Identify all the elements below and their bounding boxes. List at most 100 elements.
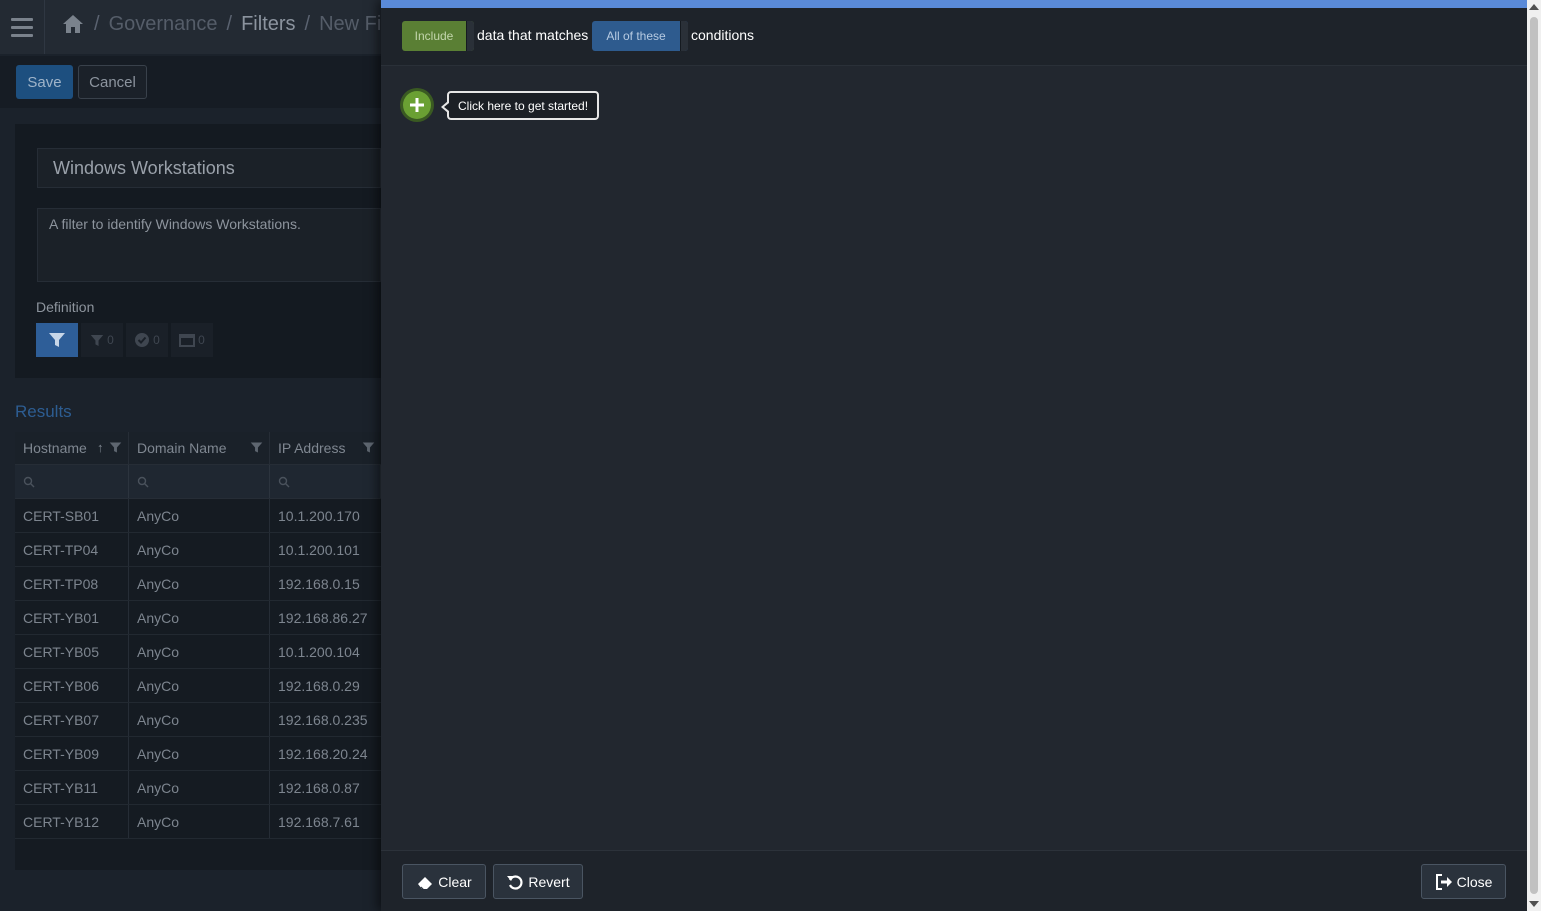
ip-cell: 192.168.7.61 (278, 813, 360, 830)
save-button[interactable]: Save (16, 65, 73, 99)
search-icon (137, 476, 149, 487)
hostname-cell: CERT-YB11 (15, 771, 129, 804)
hostname-cell: CERT-YB07 (15, 703, 129, 736)
check-count-tab[interactable]: 0 (126, 323, 168, 357)
ip-cell: 192.168.20.24 (278, 745, 368, 762)
table-row[interactable]: CERT-YB11 AnyCo 192.168.0.87 (15, 771, 381, 805)
hostname-cell: CERT-YB09 (15, 737, 129, 770)
scroll-thumb[interactable] (1530, 17, 1538, 894)
clear-label: Clear (438, 873, 472, 890)
ip-filter-input[interactable] (270, 465, 381, 498)
conditions-text: conditions (691, 27, 755, 43)
matches-text: data that matches (477, 27, 589, 43)
cancel-button[interactable]: Cancel (78, 65, 147, 99)
condition-header: Include data that matches All of these c… (381, 8, 1527, 66)
table-row[interactable]: CERT-YB01 AnyCo 192.168.86.27 (15, 601, 381, 635)
column-header-ip-address[interactable]: IP Address (270, 432, 381, 464)
domain-cell: AnyCo (129, 805, 270, 838)
filter-details-panel: Windows Workstations A filter to identif… (15, 124, 381, 378)
vertical-scrollbar[interactable] (1527, 0, 1541, 911)
breadcrumb-separator: / (94, 12, 100, 35)
grid-filter-row (15, 465, 381, 499)
filter-name-field[interactable]: Windows Workstations (37, 148, 381, 188)
breadcrumb: / Governance / Filters / New Fil (61, 12, 386, 36)
clear-button[interactable]: Clear (402, 864, 486, 899)
eraser-icon (418, 876, 433, 890)
ip-cell: 10.1.200.104 (278, 643, 360, 660)
table-row[interactable]: CERT-SB01 AnyCo 10.1.200.170 (15, 499, 381, 533)
get-started-tooltip: Click here to get started! (440, 91, 600, 120)
filter-icon[interactable] (250, 441, 263, 454)
toggle-knob (466, 21, 474, 51)
hostname-cell: CERT-SB01 (15, 499, 129, 532)
filter-icon (49, 333, 65, 347)
grid-header: Hostname ↑ Domain Name IP Address (15, 432, 381, 465)
scroll-up-arrow-icon[interactable] (1529, 4, 1539, 10)
check-circle-icon (135, 333, 150, 347)
table-row[interactable]: CERT-YB12 AnyCo 192.168.7.61 (15, 805, 381, 839)
menu-icon[interactable] (0, 0, 45, 54)
table-row[interactable]: CERT-TP08 AnyCo 192.168.0.15 (15, 567, 381, 601)
sort-icon[interactable]: ↑ (97, 440, 104, 455)
top-nav: / Governance / Filters / New Fil (0, 0, 386, 54)
domain-cell: AnyCo (129, 703, 270, 736)
filter-count-tab[interactable]: 0 (81, 323, 123, 357)
include-toggle[interactable]: Include (402, 21, 474, 51)
table-row[interactable]: CERT-YB06 AnyCo 192.168.0.29 (15, 669, 381, 703)
domain-cell: AnyCo (129, 499, 270, 532)
include-label: Include (414, 29, 454, 43)
column-header-label: Hostname (23, 440, 87, 456)
plus-icon (410, 98, 424, 112)
filter-tab[interactable] (36, 323, 78, 357)
search-icon (23, 476, 35, 487)
column-header-hostname[interactable]: Hostname ↑ (15, 432, 129, 464)
search-icon (278, 476, 290, 487)
table-row[interactable]: CERT-TP04 AnyCo 10.1.200.101 (15, 533, 381, 567)
domain-cell: AnyCo (129, 533, 270, 566)
toggle-knob (680, 21, 688, 51)
add-condition-button[interactable] (400, 88, 434, 122)
check-count: 0 (153, 333, 160, 347)
definition-label: Definition (36, 299, 95, 315)
column-header-label: Domain Name (137, 440, 227, 456)
breadcrumb-separator: / (304, 12, 311, 35)
revert-label: Revert (528, 873, 570, 890)
ip-cell: 192.168.0.29 (278, 677, 360, 694)
domain-cell: AnyCo (129, 567, 270, 600)
breadcrumb-separator: / (226, 12, 233, 35)
breadcrumb-new-filter: New Fil (319, 12, 386, 35)
revert-button[interactable]: Revert (493, 864, 583, 899)
ip-cell: 192.168.0.235 (278, 711, 368, 728)
filter-icon[interactable] (109, 441, 122, 454)
filter-icon[interactable] (362, 441, 375, 454)
ip-cell: 192.168.0.15 (278, 575, 360, 592)
calendar-count-tab[interactable]: 0 (171, 323, 213, 357)
table-row[interactable]: CERT-YB07 AnyCo 192.168.0.235 (15, 703, 381, 737)
home-icon[interactable] (61, 12, 85, 36)
close-button[interactable]: Close (1421, 864, 1506, 899)
hostname-filter-input[interactable] (15, 465, 129, 498)
hostname-cell: CERT-YB12 (15, 805, 129, 838)
sign-out-icon (1435, 873, 1452, 890)
definition-toolbar: 0 0 0 (36, 323, 213, 357)
table-row[interactable]: CERT-YB09 AnyCo 192.168.20.24 (15, 737, 381, 771)
column-header-domain-name[interactable]: Domain Name (129, 432, 270, 464)
table-row[interactable]: CERT-YB05 AnyCo 10.1.200.104 (15, 635, 381, 669)
ip-cell: 192.168.86.27 (278, 609, 368, 626)
filter-count: 0 (107, 333, 114, 347)
close-label: Close (1456, 873, 1493, 890)
domain-filter-input[interactable] (129, 465, 270, 498)
hostname-cell: CERT-YB06 (15, 669, 129, 702)
results-title: Results (15, 402, 72, 421)
filter-description-field[interactable]: A filter to identify Windows Workstation… (37, 208, 381, 282)
grid-body: CERT-SB01 AnyCo 10.1.200.170 CERT-TP04 AnyCo… (15, 499, 381, 839)
hostname-cell: CERT-TP04 (15, 533, 129, 566)
breadcrumb-governance[interactable]: Governance (109, 13, 218, 36)
match-mode-toggle[interactable]: All of these (592, 21, 688, 51)
domain-cell: AnyCo (129, 669, 270, 702)
filter-icon (90, 334, 104, 346)
results-grid: Hostname ↑ Domain Name IP Address CERT-S… (15, 432, 381, 870)
scroll-down-arrow-icon[interactable] (1529, 901, 1539, 907)
hostname-cell: CERT-YB01 (15, 601, 129, 634)
breadcrumb-filters[interactable]: Filters (241, 13, 295, 36)
